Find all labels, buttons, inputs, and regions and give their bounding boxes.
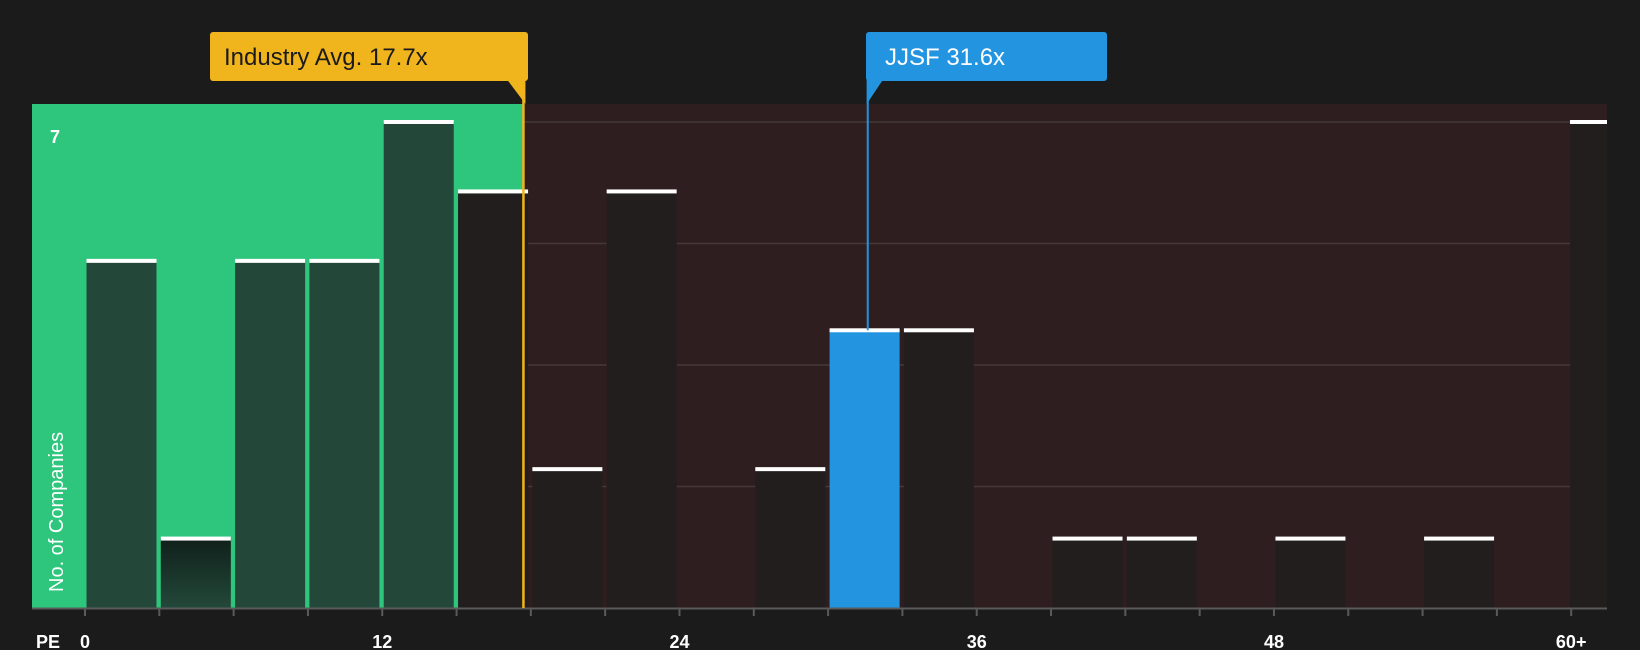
histogram-bar	[86, 260, 157, 608]
above-average-region	[523, 104, 1608, 608]
x-tick-label: 12	[372, 632, 392, 650]
bar-top-cap	[1126, 536, 1197, 541]
x-axis-label: PE	[36, 632, 60, 650]
histogram-bar	[755, 469, 826, 608]
industry-avg-label: Industry Avg. 17.7x	[224, 44, 428, 71]
company-pe-label: JJSF 31.6x	[885, 44, 1005, 71]
bar-top-cap	[458, 189, 529, 194]
bar-shade	[160, 538, 231, 608]
bar-top-cap	[1052, 536, 1123, 541]
bar-top-cap	[755, 467, 826, 472]
histogram-bar	[383, 122, 454, 608]
x-tick-label: 36	[967, 632, 987, 650]
bar-top-cap	[160, 536, 231, 541]
histogram-bar	[1424, 538, 1495, 608]
histogram-bar	[903, 330, 974, 608]
bar-top-cap	[1275, 536, 1346, 541]
histogram-bar	[1052, 538, 1123, 608]
histogram-bar	[235, 260, 306, 608]
histogram-bar	[1570, 122, 1607, 608]
bar-top-cap	[1424, 536, 1495, 541]
bar-top-cap	[86, 258, 157, 263]
bar-top-cap	[532, 467, 603, 472]
bar-top-cap	[1570, 120, 1607, 124]
bar-top-cap	[606, 189, 677, 194]
x-tick-label: 24	[669, 632, 689, 650]
pe-histogram-chart: 0 12 24 36 48 60+ Industry Avg. 17.7x JJSF 31.…	[32, 32, 1608, 650]
company-pe-pointer	[866, 80, 883, 104]
highlighted-bar	[829, 330, 900, 608]
x-axis: 0 12 24 36 48 60+	[32, 607, 1607, 650]
y-axis-label: No. of Companies	[46, 432, 68, 592]
bar-top-cap	[383, 120, 454, 124]
histogram-bar	[458, 191, 529, 608]
bar-top-cap	[829, 328, 900, 333]
histogram-bar	[1275, 538, 1346, 608]
histogram-bar	[606, 191, 677, 608]
y-axis-top-tick-label: 7	[50, 127, 60, 147]
histogram-bar	[309, 260, 380, 608]
histogram-bar	[1126, 538, 1197, 608]
bar-top-cap	[235, 258, 306, 263]
x-tick-label: 48	[1264, 632, 1284, 650]
bar-top-cap	[903, 328, 974, 333]
histogram-bar	[532, 469, 603, 608]
bar-top-cap	[309, 258, 380, 263]
x-tick-label: 60+	[1556, 632, 1587, 650]
x-tick-label: 0	[80, 632, 90, 650]
